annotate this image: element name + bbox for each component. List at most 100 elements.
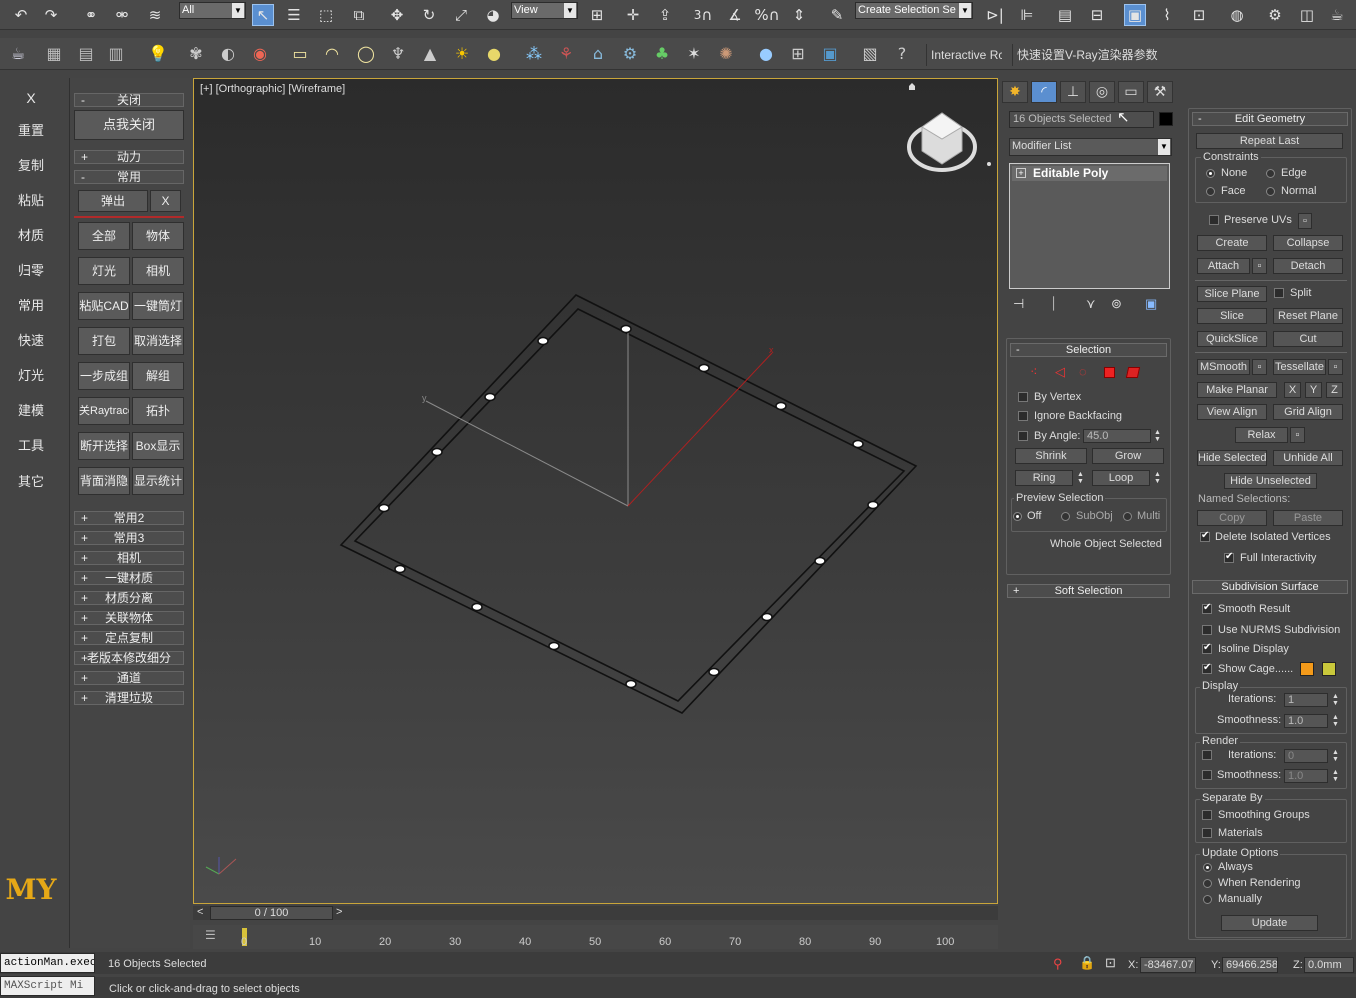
constraint-none-radio[interactable]	[1206, 169, 1215, 178]
rollout-channel[interactable]: + 通道	[74, 671, 184, 685]
menu-common[interactable]: 常用	[0, 295, 62, 314]
maxscript-listener-field[interactable]: actionMan.execu	[0, 953, 95, 973]
materials-checkbox[interactable]	[1202, 828, 1212, 838]
render-production-icon[interactable]: ☕	[1326, 4, 1348, 26]
vray-ies-icon[interactable]: ♆	[386, 41, 410, 65]
grid-button-raytrace[interactable]: 关Raytrace	[78, 397, 130, 425]
motion-tab-icon[interactable]: ◎	[1089, 81, 1115, 103]
unhide-all-button[interactable]: Unhide All	[1273, 450, 1343, 466]
update-button[interactable]: Update	[1221, 915, 1318, 931]
constraint-edge-radio[interactable]	[1266, 169, 1275, 178]
menu-tools[interactable]: 工具	[0, 435, 62, 454]
help-icon[interactable]: ?	[890, 41, 914, 65]
slice-button[interactable]: Slice	[1197, 308, 1267, 324]
z-coord-field[interactable]: 0.0mm	[1304, 957, 1354, 973]
grid-button-deselect[interactable]: 取消选择	[132, 327, 184, 355]
lock-selection-icon[interactable]: 🔒	[1079, 955, 1095, 971]
by-vertex-checkbox[interactable]	[1018, 392, 1028, 402]
schematic-view-icon[interactable]: ⊡	[1188, 4, 1210, 26]
render-smoothness-spinner[interactable]: 1.0	[1284, 769, 1328, 783]
grid-button-downlight[interactable]: 一键筒灯	[132, 292, 184, 320]
rollout-camera[interactable]: + 相机	[74, 551, 184, 565]
spinner-arrows-icon[interactable]: ▲ ▼	[1331, 693, 1340, 707]
vray-quick-settings-button[interactable]: 快速设置V-Ray渲染器参数	[1012, 44, 1172, 66]
redo-icon[interactable]: ↷	[40, 4, 62, 26]
vray-grass-icon[interactable]: ♣	[650, 41, 674, 65]
grid-button-backface-cull[interactable]: 背面消隐	[78, 467, 130, 495]
selection-filter-dropdown[interactable]: All ▼	[179, 2, 246, 19]
select-place-icon[interactable]: ◕	[482, 4, 504, 26]
list-icon[interactable]: ▤	[74, 41, 98, 65]
menu-reset[interactable]: 重置	[0, 120, 62, 139]
hierarchy-tab-icon[interactable]: ⊥	[1060, 81, 1086, 103]
grid-button-ungroup[interactable]: 解组	[132, 362, 184, 390]
view-align-button[interactable]: View Align	[1197, 404, 1267, 420]
spinner-snap-icon[interactable]: ⇕	[788, 4, 810, 26]
menu-modeling[interactable]: 建模	[0, 400, 62, 419]
planar-x-button[interactable]: X	[1284, 382, 1301, 398]
element-mode-icon[interactable]	[1125, 367, 1141, 378]
configure-modifier-icon[interactable]: ▣	[1145, 296, 1157, 312]
display-tab-icon[interactable]: ▭	[1118, 81, 1144, 103]
y-coord-field[interactable]: 69466.258	[1222, 957, 1278, 973]
grow-button[interactable]: Grow	[1092, 448, 1164, 464]
snaps-toggle-icon[interactable]: 3 ∩	[692, 4, 714, 26]
collapse-button[interactable]: Collapse	[1273, 235, 1343, 251]
render-iterations-checkbox[interactable]	[1202, 750, 1212, 760]
msmooth-settings-icon[interactable]: ▫	[1252, 359, 1267, 375]
select-by-name-icon[interactable]: ☰	[283, 4, 305, 26]
bind-space-warp-icon[interactable]: ≋	[144, 4, 166, 26]
vray-sphere-object-icon[interactable]: ●	[754, 41, 778, 65]
absolute-mode-icon[interactable]: ⊡	[1105, 955, 1116, 971]
light-lister-icon[interactable]: 💡	[146, 41, 170, 65]
grid-button-topology[interactable]: 拓扑	[132, 397, 184, 425]
modify-tab-icon[interactable]: ◜	[1031, 81, 1057, 103]
isolate-icon[interactable]: ⚲	[1053, 956, 1063, 972]
ignore-backfacing-checkbox[interactable]	[1018, 411, 1028, 421]
expand-icon[interactable]: +	[1016, 168, 1026, 178]
render-iterations-spinner[interactable]: 0	[1284, 749, 1328, 763]
percent-snap-icon[interactable]: % ∩	[754, 4, 779, 26]
display-smoothness-spinner[interactable]: 1.0	[1284, 714, 1328, 728]
make-unique-icon[interactable]: ⋎	[1086, 296, 1096, 312]
rollout-common[interactable]: - 常用	[74, 170, 184, 184]
reference-coord-dropdown[interactable]: View ▼	[511, 2, 578, 19]
preserve-uvs-checkbox[interactable]	[1209, 215, 1219, 225]
click-close-button[interactable]: 点我关闭	[74, 110, 184, 140]
display-iterations-spinner[interactable]: 1	[1284, 693, 1328, 707]
grid-button-lights[interactable]: 灯光	[78, 257, 130, 285]
curve-editor-icon[interactable]: ⌇	[1156, 4, 1178, 26]
edit-named-selection-icon[interactable]: ✎	[826, 4, 848, 26]
sphere-half-icon[interactable]: ◐	[216, 41, 240, 65]
spinner-arrows-icon[interactable]: ▲ ▼	[1331, 749, 1340, 763]
use-nurms-checkbox[interactable]	[1202, 625, 1212, 635]
by-angle-checkbox[interactable]	[1018, 431, 1028, 441]
rollout-point-copy[interactable]: + 定点复制	[74, 631, 184, 645]
full-interactivity-checkbox[interactable]	[1224, 551, 1234, 563]
rollout-power[interactable]: + 动力	[74, 150, 184, 164]
grid-button-pack[interactable]: 打包	[78, 327, 130, 355]
vray-tools-icon[interactable]: ▧	[858, 41, 882, 65]
planar-y-button[interactable]: Y	[1305, 382, 1322, 398]
select-rotate-icon[interactable]: ↻	[418, 4, 440, 26]
polygon-mode-icon[interactable]	[1104, 367, 1115, 378]
angle-snap-icon[interactable]: ∡	[724, 4, 746, 26]
object-name-field[interactable]: 16 Objects Selected	[1009, 111, 1154, 128]
close-strip-button[interactable]: X	[0, 90, 62, 106]
tessellate-button[interactable]: Tessellate	[1273, 359, 1326, 375]
cage-color-swatch-1[interactable]	[1300, 662, 1314, 676]
layer-explorer-icon[interactable]: ▤	[1054, 4, 1076, 26]
soft-selection-rollout[interactable]: + Soft Selection	[1007, 584, 1170, 598]
update-always-radio[interactable]	[1203, 863, 1212, 872]
vray-ambient-icon[interactable]: ●	[482, 41, 506, 65]
select-scale-icon[interactable]: ⤢	[450, 4, 472, 26]
vray-dome-icon[interactable]: ◠	[320, 41, 344, 65]
render-setup-icon[interactable]: ⚙	[1264, 4, 1286, 26]
show-cage-checkbox[interactable]	[1202, 662, 1212, 674]
modifier-stack[interactable]: + Editable Poly	[1009, 163, 1170, 289]
menu-paste[interactable]: 粘贴	[0, 190, 62, 209]
edge-mode-icon[interactable]: ◁	[1055, 364, 1065, 380]
make-planar-button[interactable]: Make Planar	[1197, 382, 1277, 398]
slice-plane-button[interactable]: Slice Plane	[1197, 286, 1267, 302]
rendered-frame-icon[interactable]: ◫	[1296, 4, 1318, 26]
